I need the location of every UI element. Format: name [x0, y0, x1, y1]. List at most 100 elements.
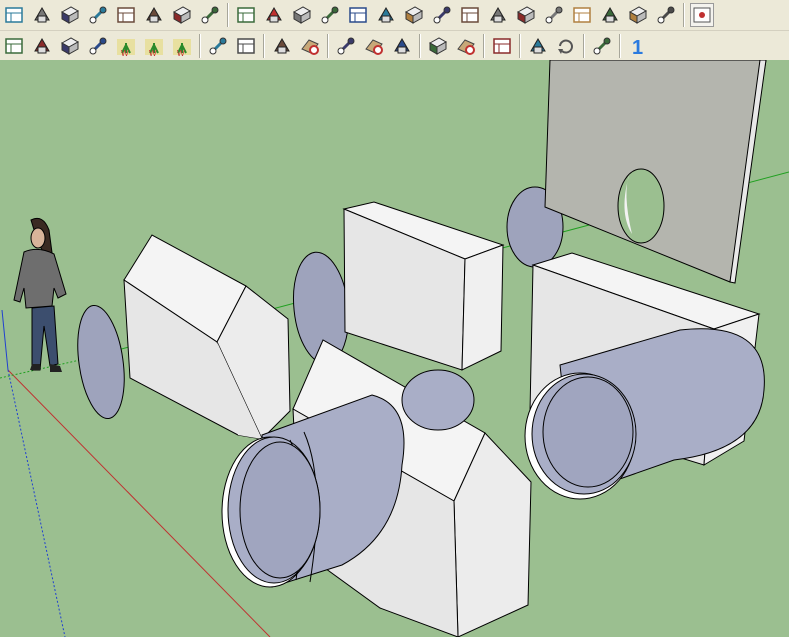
wall-panel-button[interactable]: [486, 3, 510, 27]
help-window-icon: [691, 4, 713, 26]
toolbar-separator: [583, 33, 585, 58]
paint-component-icon: [235, 35, 257, 57]
add-component-icon: [207, 35, 229, 57]
add-component-button[interactable]: [206, 34, 230, 58]
search-zoom-button[interactable]: [234, 3, 258, 27]
column-profile-icon: [347, 4, 369, 26]
extrude-face-button[interactable]: [270, 34, 294, 58]
slope-line-button[interactable]: [514, 3, 538, 27]
shape-b-icon: [391, 35, 413, 57]
gable-roof-icon: [599, 4, 621, 26]
brick-wall-button[interactable]: [570, 3, 594, 27]
balustrade-icon: [143, 4, 165, 26]
box-shape-button[interactable]: [430, 3, 454, 27]
toolbar-row-1: [0, 0, 789, 29]
stair-rail-button[interactable]: [58, 3, 82, 27]
fence-panel-button[interactable]: [86, 3, 110, 27]
sheet-metal-button[interactable]: [374, 3, 398, 27]
extrude-target-icon: [299, 35, 321, 57]
rafter-icon: [627, 4, 649, 26]
svg-text:W: W: [149, 49, 157, 57]
angle-profile-icon: [459, 4, 481, 26]
shape-a-icon: [335, 35, 357, 57]
stair-rail-icon: [59, 4, 81, 26]
refresh-icon: [555, 35, 577, 57]
steel-beam-icon: [263, 4, 285, 26]
no-fill-button[interactable]: [86, 34, 110, 58]
window-panel-icon: [3, 4, 25, 26]
curved-surface-button[interactable]: [590, 34, 614, 58]
stairs-icon: [543, 4, 565, 26]
handrail-icon: [199, 4, 221, 26]
shape-a-button[interactable]: [334, 34, 358, 58]
plant-green-icon: W: [143, 35, 165, 57]
model-viewport[interactable]: [0, 60, 789, 637]
railing-icon: [115, 4, 137, 26]
plant-red-button[interactable]: W: [114, 34, 138, 58]
toolbar-separator: [419, 33, 421, 58]
landscape-button[interactable]: [30, 34, 54, 58]
steel-beam-button[interactable]: [262, 3, 286, 27]
roof-frame-icon: [319, 4, 341, 26]
fold-icon: [491, 35, 513, 57]
gate-button[interactable]: [170, 3, 194, 27]
extrude-target-button[interactable]: [298, 34, 322, 58]
shape-target-icon: [363, 35, 385, 57]
toolbar-separator: [227, 2, 229, 27]
help-window-button[interactable]: [690, 2, 714, 27]
toolbar-separator: [199, 33, 201, 58]
hatch-fill-icon: [59, 35, 81, 57]
sheet-metal-icon: [375, 4, 397, 26]
refresh-button[interactable]: [554, 34, 578, 58]
rafter-button[interactable]: [626, 3, 650, 27]
railing-button[interactable]: [114, 3, 138, 27]
gate-icon: [171, 4, 193, 26]
plant-green-button[interactable]: W: [142, 34, 166, 58]
window-frame-button[interactable]: [30, 3, 54, 27]
arch-profile-icon: [403, 4, 425, 26]
wood-beam-icon: [291, 4, 313, 26]
arch-profile-button[interactable]: [402, 3, 426, 27]
window-panel-button[interactable]: [2, 3, 26, 27]
toolbar-separator: [683, 2, 685, 27]
wood-beam-button[interactable]: [290, 3, 314, 27]
extrude-face-icon: [271, 35, 293, 57]
cut-plant-button[interactable]: W: [170, 34, 194, 58]
terrain-button[interactable]: [2, 34, 26, 58]
line-target-button[interactable]: [454, 34, 478, 58]
shape-b-button[interactable]: [390, 34, 414, 58]
ruler-edit-button[interactable]: [654, 3, 678, 27]
svg-text:W: W: [121, 49, 129, 57]
toolbar-area: W W W 1: [0, 0, 789, 61]
hatch-fill-button[interactable]: [58, 34, 82, 58]
slope-line-icon: [515, 4, 537, 26]
plant-red-icon: W: [115, 35, 137, 57]
line-path-icon: [427, 35, 449, 57]
balustrade-button[interactable]: [142, 3, 166, 27]
shape-target-button[interactable]: [362, 34, 386, 58]
box-shape-icon: [431, 4, 453, 26]
landscape-icon: [31, 35, 53, 57]
toolbar-separator: [483, 33, 485, 58]
handrail-button[interactable]: [198, 3, 222, 27]
toolbar-separator: [519, 33, 521, 58]
window-frame-icon: [31, 4, 53, 26]
material-cube-button[interactable]: [526, 34, 550, 58]
number-one-button[interactable]: 1: [626, 34, 650, 58]
stairs-button[interactable]: [542, 3, 566, 27]
paint-component-button[interactable]: [234, 34, 258, 58]
wall-panel-icon: [487, 4, 509, 26]
fold-button[interactable]: [490, 34, 514, 58]
angle-profile-button[interactable]: [458, 3, 482, 27]
number-one-icon: 1: [627, 35, 649, 57]
line-path-button[interactable]: [426, 34, 450, 58]
toolbar-separator: [327, 33, 329, 58]
terrain-icon: [3, 35, 25, 57]
roof-frame-button[interactable]: [318, 3, 342, 27]
gable-roof-button[interactable]: [598, 3, 622, 27]
toolbar-row-2: W W W 1: [0, 30, 789, 60]
brick-wall-icon: [571, 4, 593, 26]
cut-plant-icon: W: [171, 35, 193, 57]
search-zoom-icon: [235, 4, 257, 26]
column-profile-button[interactable]: [346, 3, 370, 27]
